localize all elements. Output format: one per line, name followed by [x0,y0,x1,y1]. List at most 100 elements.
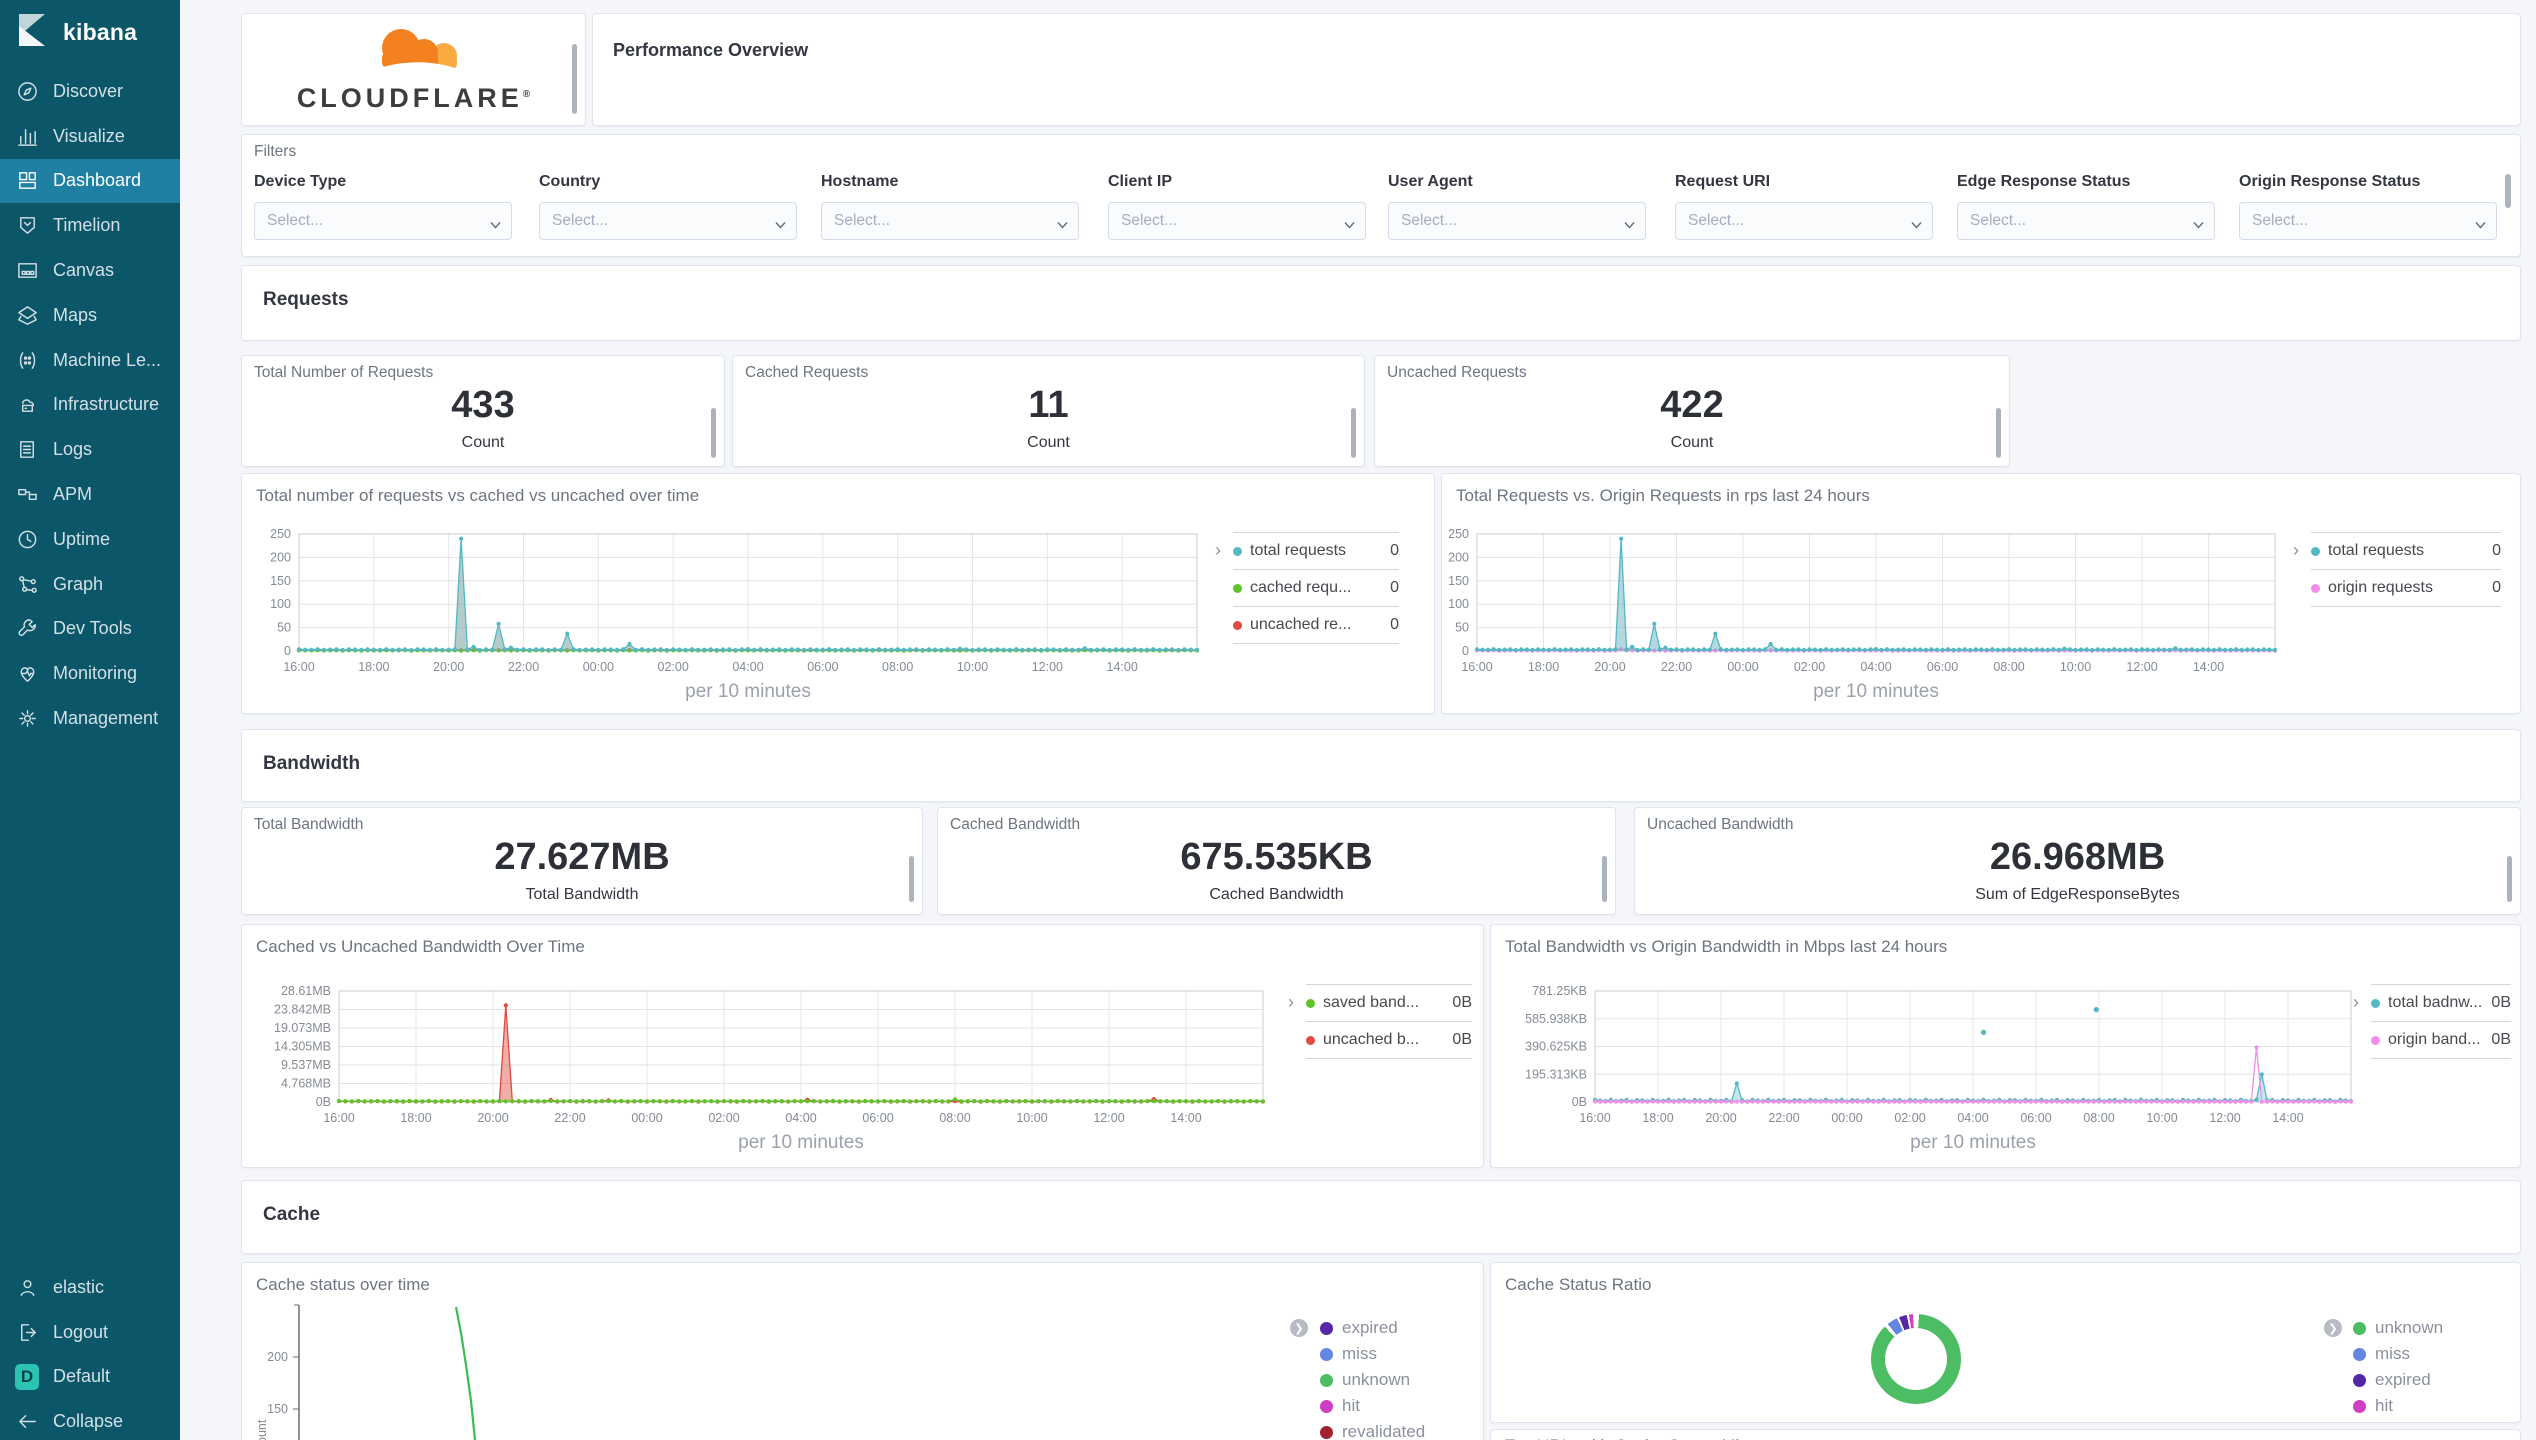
legend-item-hit[interactable]: hit [1320,1393,1425,1419]
svg-text:0B: 0B [1572,1095,1587,1109]
legend-item-uncached-re-[interactable]: uncached re... 0 [1233,606,1399,644]
svg-text:19.073MB: 19.073MB [274,1021,331,1035]
legend-collapse-icon[interactable]: ❯ [2324,1319,2342,1337]
panel-scrollbar[interactable] [2505,174,2511,208]
sidebar-item-devtools[interactable]: Dev Tools [0,607,180,652]
legend-item-hit[interactable]: hit [2353,1393,2443,1419]
legend-item-unknown[interactable]: unknown [1320,1367,1425,1393]
panel-scrollbar[interactable] [1351,408,1356,458]
panel-scrollbar[interactable] [711,408,716,458]
sidebar-item-label: Maps [53,304,98,325]
legend-item-origin-band-[interactable]: origin band... 0B [2371,1021,2511,1059]
legend-item-cached-requ-[interactable]: cached requ... 0 [1233,569,1399,606]
panel-scrollbar[interactable] [572,44,577,114]
sidebar-item-monitoring[interactable]: Monitoring [0,651,180,696]
filter-select-origin-response-status[interactable]: Select... [2239,202,2497,240]
chart-plot-c: 0B 4.768MB 9.537MB 14.305MB 19.073MB 23.842MB… [274,984,1266,1153]
filter-select-request-uri[interactable]: Select... [1675,202,1933,240]
donut-hole [1885,1328,1947,1390]
sidebar-item-management[interactable]: Management [0,696,180,741]
panel-scrollbar[interactable] [2507,856,2512,902]
legend-item-expired[interactable]: expired [2353,1367,2443,1393]
filter-group-client-ip: Client IP Select... [1108,173,1366,240]
cloudflare-wordmark: CLOUDFLARE® [296,83,531,113]
svg-text:22:00: 22:00 [1661,660,1692,674]
legend-item-miss[interactable]: miss [2353,1341,2443,1367]
default-space-badge: D [15,1363,39,1390]
svg-text:250: 250 [270,527,291,541]
sidebar-nav: Discover Visualize Dashboard Timelion Canvas… [0,69,180,741]
panel-scrollbar[interactable] [1996,408,2001,458]
legend-collapse-icon[interactable]: › [1215,540,1221,561]
svg-text:18:00: 18:00 [358,660,389,674]
legend-item-revalidated[interactable]: revalidated [1320,1419,1425,1440]
panel-scrollbar[interactable] [1602,856,1607,902]
sidebar-item-uptime[interactable]: Uptime [0,517,180,562]
filter-label: Hostname [821,173,899,190]
filter-select-country[interactable]: Select... [539,202,797,240]
page-title: Performance Overview [613,40,809,60]
metric-title: Uncached Requests [1387,364,1527,381]
legend-label: expired [1342,1318,1398,1337]
sidebar-item-timelion[interactable]: Timelion [0,203,180,248]
legend-item-total-requests[interactable]: total requests 0 [2311,532,2501,569]
filter-select-hostname[interactable]: Select... [821,202,1079,240]
select-placeholder: Select... [1970,212,2026,229]
svg-text:23.842MB: 23.842MB [274,1003,331,1017]
legend-item-miss[interactable]: miss [1320,1341,1425,1367]
sidebar-item-logs[interactable]: Logs [0,427,180,472]
metric-sublabel: Sum of EdgeResponseBytes [1975,886,2180,903]
sidebar-item-default-space[interactable]: D Default [0,1355,180,1400]
legend-item-origin-requests[interactable]: origin requests 0 [2311,569,2501,607]
metric-sublabel: Count [461,434,505,451]
legend-item-expired[interactable]: expired [1320,1315,1425,1341]
sidebar-item-apm[interactable]: APM [0,472,180,517]
sidebar-item-machine-learning[interactable]: Machine Le... [0,338,180,383]
legend-label: total requests [1250,542,1347,559]
legend-item-total-requests[interactable]: total requests 0 [1233,532,1399,569]
sidebar-item-discover[interactable]: Discover [0,69,180,114]
filter-select-device-type[interactable]: Select... [254,202,512,240]
legend-collapse-icon[interactable]: › [2293,540,2299,561]
filter-label: Origin Response Status [2239,173,2421,190]
sidebar-item-dashboard[interactable]: Dashboard [0,158,180,204]
sidebar-item-graph[interactable]: Graph [0,562,180,607]
brand-name: kibana [63,18,138,45]
sidebar-bottom-nav: elastic Logout D Default Collapse [0,1265,180,1440]
sidebar-item-collapse[interactable]: Collapse [0,1399,180,1440]
metric-title: Cached Bandwidth [950,816,1081,833]
dashboard-icon [15,169,39,193]
cloudflare-cloud-icon [375,29,458,72]
filter-select-client-ip[interactable]: Select... [1108,202,1366,240]
legend-label: origin requests [2328,579,2433,596]
filter-label: Request URI [1675,173,1771,190]
legend-label: hit [2375,1396,2393,1415]
legend-item-saved-band-[interactable]: saved band... 0B [1306,984,1472,1021]
legend-collapse-icon[interactable]: › [2353,992,2359,1013]
select-placeholder: Select... [2252,212,2308,229]
legend-collapse-icon[interactable]: ❯ [1290,1319,1308,1337]
svg-text:14.305MB: 14.305MB [274,1040,331,1054]
sidebar-item-maps[interactable]: Maps [0,293,180,338]
svg-text:10:00: 10:00 [957,660,988,674]
sidebar-item-elastic[interactable]: elastic [0,1265,180,1310]
svg-text:0B: 0B [316,1095,331,1109]
filter-select-edge-response-status[interactable]: Select... [1957,202,2215,240]
sidebar-item-visualize[interactable]: Visualize [0,114,180,159]
sidebar-item-infrastructure[interactable]: Infrastructure [0,383,180,428]
chart-total-vs-origin-bandwidth-panel: Total Bandwidth vs Origin Bandwidth in M… [1490,924,2521,1168]
svg-text:22:00: 22:00 [508,660,539,674]
filter-select-user-agent[interactable]: Select... [1388,202,1646,240]
chevron-down-icon [2193,216,2204,229]
panel-scrollbar[interactable] [909,856,914,902]
sidebar-item-logout[interactable]: Logout [0,1310,180,1355]
sidebar-item-canvas[interactable]: Canvas [0,248,180,293]
kibana-brand[interactable]: kibana [0,0,180,64]
legend-item-unknown[interactable]: unknown [2353,1315,2443,1341]
legend-item-uncached-b-[interactable]: uncached b... 0B [1306,1021,1472,1059]
requests-section-panel: Requests [241,265,2521,341]
sidebar-item-label: Monitoring [53,663,138,684]
legend-collapse-icon[interactable]: › [1288,992,1294,1013]
legend-item-total-badnw-[interactable]: total badnw... 0B [2371,984,2511,1021]
svg-text:12:00: 12:00 [2126,660,2157,674]
